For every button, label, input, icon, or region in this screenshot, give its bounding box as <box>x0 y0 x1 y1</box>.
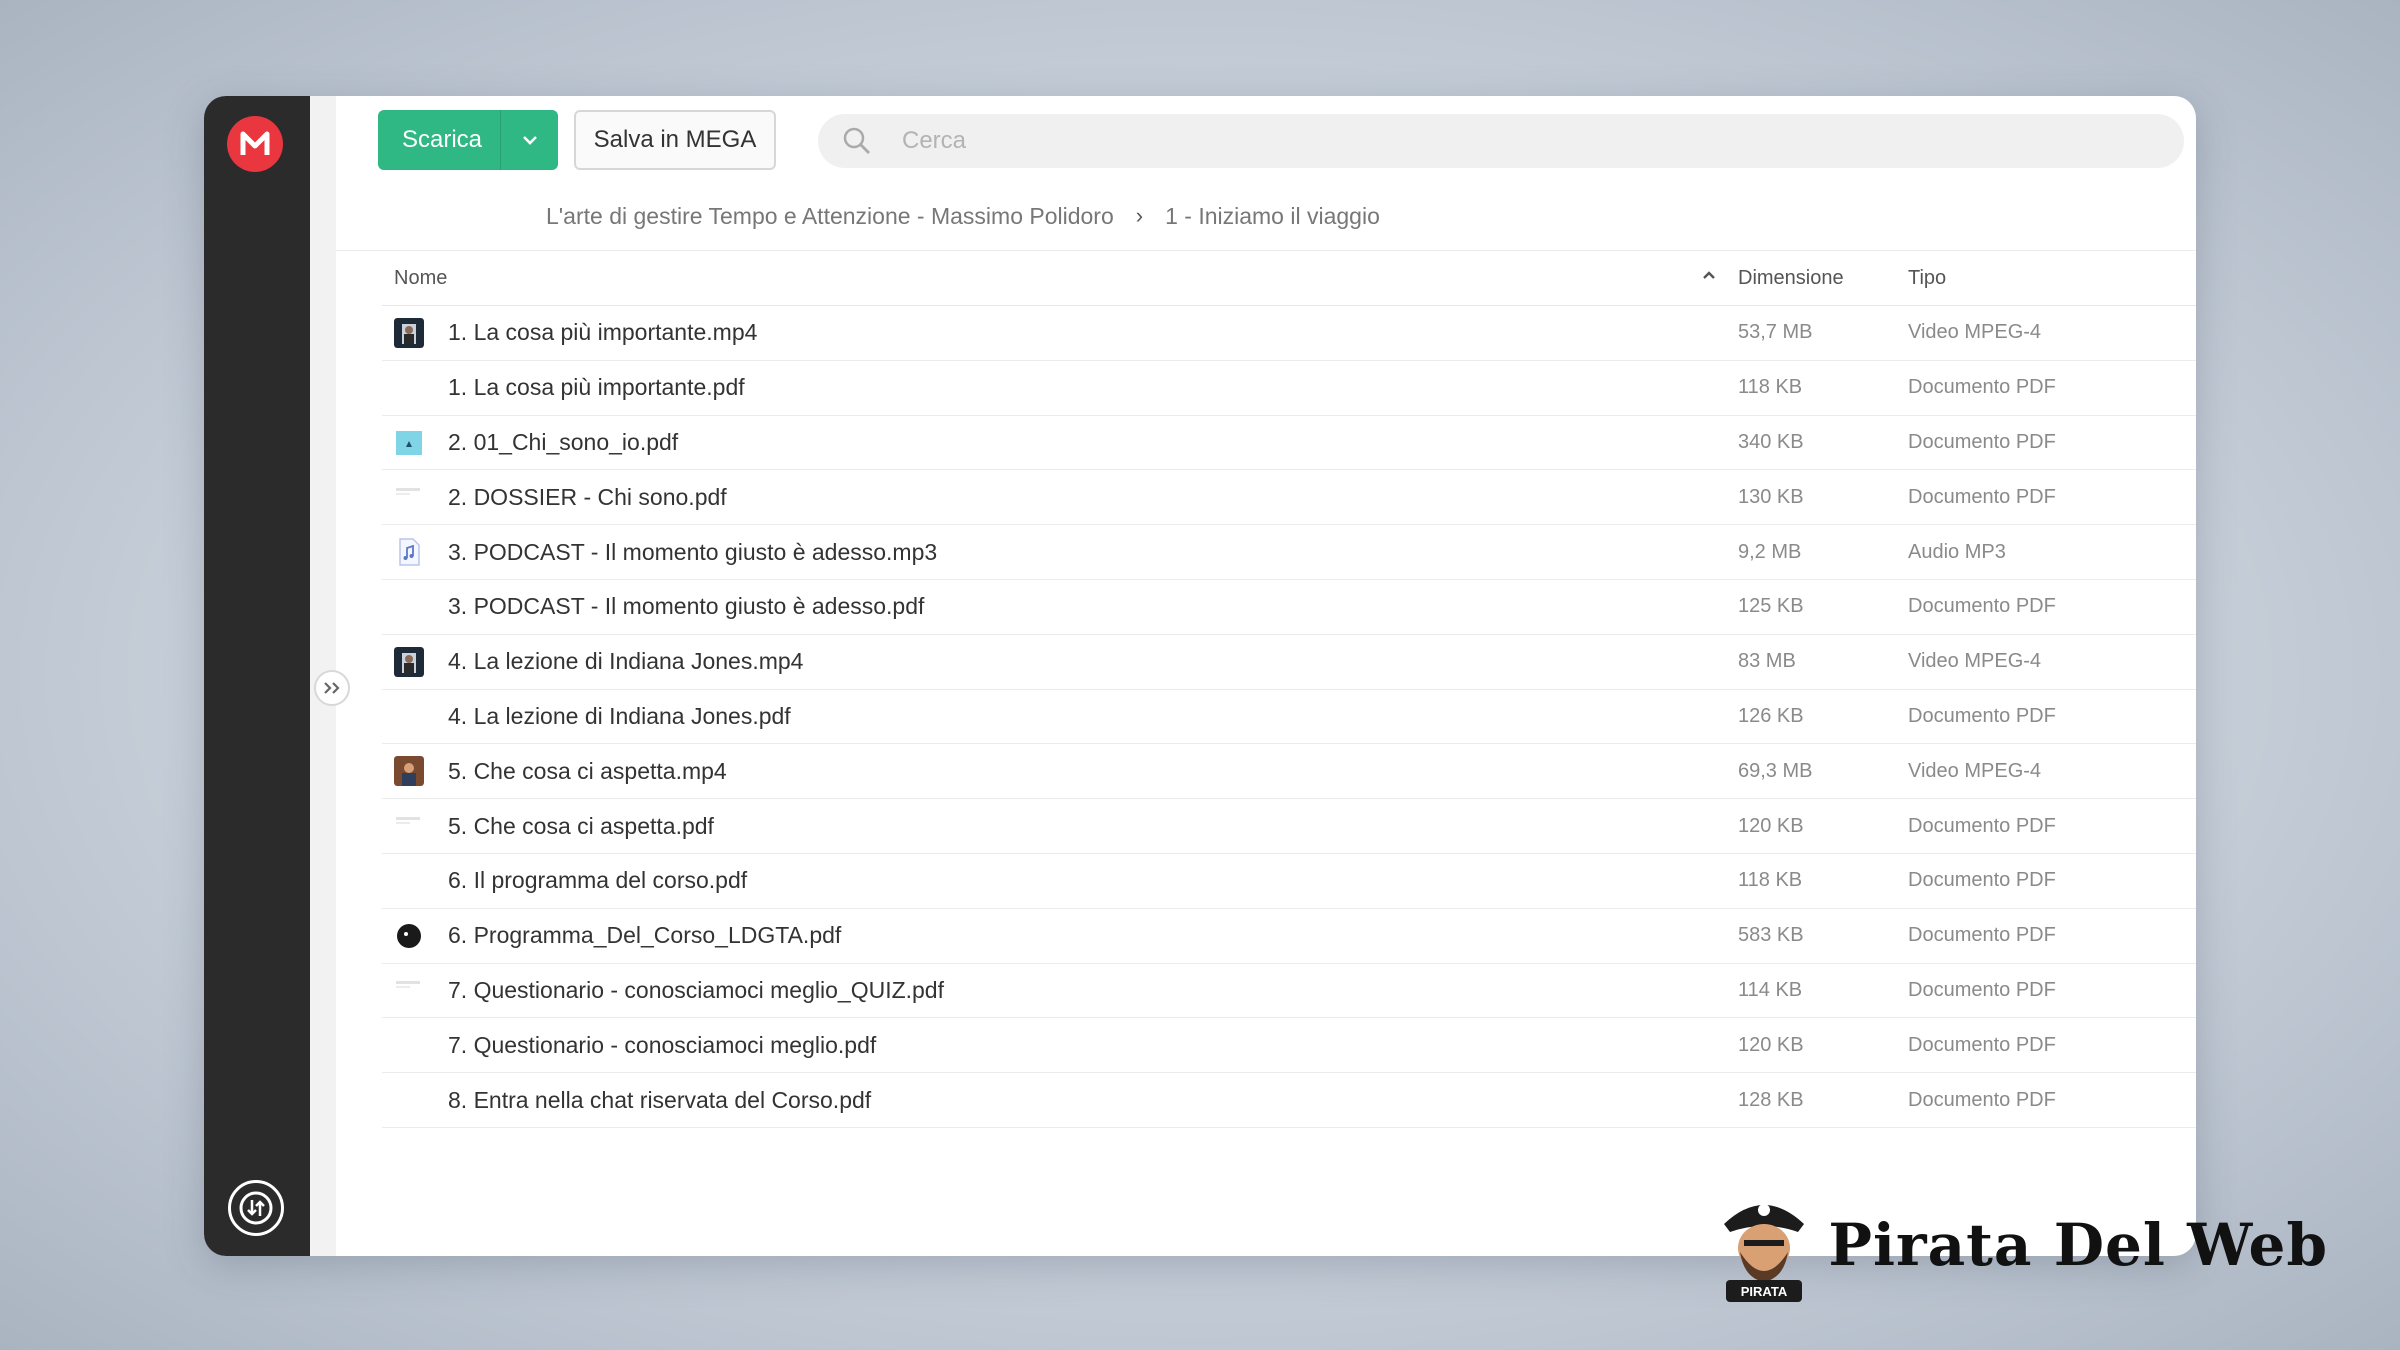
search-input[interactable] <box>884 127 2084 155</box>
file-type: Video MPEG-4 <box>1908 759 2042 782</box>
file-thumbnail-icon <box>382 482 448 512</box>
file-type: Documento PDF <box>1908 485 2056 508</box>
expand-panel-button[interactable] <box>314 670 350 706</box>
breadcrumb-parent[interactable]: L'arte di gestire Tempo e Attenzione - M… <box>546 203 1114 230</box>
audio-file-icon <box>382 537 448 567</box>
table-row[interactable]: 5. Che cosa ci aspetta.pdf 120 KB Document… <box>382 799 2196 854</box>
file-name[interactable]: 5. Che cosa ci aspetta.pdf <box>448 813 1738 840</box>
file-size: 69,3 MB <box>1738 759 1813 782</box>
file-size: 130 KB <box>1738 485 1804 508</box>
chevron-down-icon <box>522 136 537 145</box>
file-size: 120 KB <box>1738 1033 1804 1056</box>
breadcrumb-current: 1 - Iniziamo il viaggio <box>1165 202 1380 229</box>
sidebar <box>204 96 310 1256</box>
file-size: 118 KB <box>1738 869 1803 892</box>
file-name[interactable]: 6. Programma_Del_Corso_LDGTA.pdf <box>448 922 1738 949</box>
column-header-name[interactable]: Nome <box>382 267 1738 290</box>
transfer-manager-icon[interactable] <box>228 1180 284 1236</box>
watermark-text: Pirata Del Web <box>1828 1211 2328 1279</box>
file-size: 128 KB <box>1738 1088 1804 1111</box>
file-thumbnail-icon <box>382 427 448 457</box>
table-row[interactable]: 2. 01_Chi_sono_io.pdf 340 KB Documento PDF <box>382 416 2196 471</box>
file-thumbnail-icon <box>382 975 448 1005</box>
file-type: Documento PDF <box>1908 430 2056 453</box>
file-size: 118 KB <box>1738 376 1803 399</box>
column-header-size[interactable]: Dimensione <box>1738 267 1908 290</box>
table-row[interactable]: 2. DOSSIER - Chi sono.pdf 130 KB Documento… <box>382 470 2196 526</box>
svg-text:PIRATA: PIRATA <box>1741 1284 1788 1299</box>
file-name[interactable]: 7. Questionario - conosciamoci meglio.pd… <box>448 1032 1738 1059</box>
table-row[interactable]: 8. Entra nella chat riservata del Corso.… <box>382 1073 2196 1128</box>
double-chevron-right-icon <box>324 682 340 694</box>
save-to-mega-button[interactable]: Salva in MEGA <box>574 110 776 170</box>
pirate-mascot-icon: PIRATA <box>1724 1204 1805 1302</box>
download-label: Scarica <box>402 126 483 153</box>
file-name[interactable]: 2. DOSSIER - Chi sono.pdf <box>448 484 1738 511</box>
file-thumbnail-icon <box>382 646 448 677</box>
table-row[interactable]: 1. La cosa più importante.pdf 118 KB Docum… <box>382 361 2196 416</box>
table-row[interactable]: 4. La lezione di Indiana Jones.mp4 83 MB V… <box>382 635 2196 690</box>
file-name[interactable]: 3. PODCAST - Il momento giusto è adesso.… <box>448 593 1738 620</box>
watermark: PIRATA Pirata Del Web <box>1714 1186 2328 1304</box>
file-name[interactable]: 1. La cosa più importante.mp4 <box>448 319 1738 346</box>
file-size: 9,2 MB <box>1738 540 1802 563</box>
search-bar[interactable] <box>818 114 2184 168</box>
file-size: 120 KB <box>1738 814 1804 837</box>
column-header-type[interactable]: Tipo <box>1908 267 2108 290</box>
file-type: Documento PDF <box>1908 595 2056 618</box>
file-name[interactable]: 4. La lezione di Indiana Jones.pdf <box>448 703 1738 730</box>
file-size: 83 MB <box>1738 650 1796 673</box>
file-name[interactable]: 8. Entra nella chat riservata del Corso.… <box>448 1087 1738 1114</box>
file-type: Documento PDF <box>1908 1033 2056 1056</box>
download-options-dropdown[interactable] <box>501 110 558 170</box>
file-thumbnail-icon <box>382 317 448 348</box>
file-name[interactable]: 6. Il programma del corso.pdf <box>448 867 1738 894</box>
sort-ascending-icon <box>1703 270 1715 279</box>
table-row[interactable]: 6. Programma_Del_Corso_LDGTA.pdf 583 KB Do… <box>382 909 2196 964</box>
file-size: 583 KB <box>1738 924 1804 947</box>
file-name[interactable]: 2. 01_Chi_sono_io.pdf <box>448 429 1738 456</box>
file-size: 126 KB <box>1738 704 1804 727</box>
file-thumbnail-icon <box>382 811 448 841</box>
table-row[interactable]: 3. PODCAST - Il momento giusto è adesso.… <box>382 580 2196 635</box>
file-type: Documento PDF <box>1908 814 2056 837</box>
file-name[interactable]: 5. Che cosa ci aspetta.mp4 <box>448 758 1738 785</box>
search-icon <box>818 126 884 156</box>
file-size: 53,7 MB <box>1738 321 1813 344</box>
file-size: 125 KB <box>1738 595 1804 618</box>
table-row[interactable]: 1. La cosa più importante.mp4 53,7 MB Vide… <box>382 306 2196 361</box>
table-row[interactable]: 5. Che cosa ci aspetta.mp4 69,3 MB Video M… <box>382 744 2196 800</box>
file-thumbnail-icon <box>382 756 448 787</box>
file-thumbnail-icon <box>382 921 448 951</box>
file-type: Video MPEG-4 <box>1908 321 2042 344</box>
breadcrumb-separator-icon: › <box>1135 203 1144 228</box>
file-table: Nome Dimensione Tipo 1. La cosa più impo… <box>382 252 2196 1128</box>
table-row[interactable]: 6. Il programma del corso.pdf 118 KB Docum… <box>382 854 2196 909</box>
breadcrumb: L'arte di gestire Tempo e Attenzione - M… <box>546 196 1380 236</box>
table-row[interactable]: 4. La lezione di Indiana Jones.pdf 126 KB… <box>382 690 2196 745</box>
file-name[interactable]: 3. PODCAST - Il momento giusto è adesso.… <box>448 539 1738 566</box>
file-type: Documento PDF <box>1908 978 2056 1001</box>
table-header: Nome Dimensione Tipo <box>382 252 2196 306</box>
file-size: 114 KB <box>1738 978 1803 1001</box>
file-type: Documento PDF <box>1908 869 2056 892</box>
table-row[interactable]: 7. Questionario - conosciamoci meglio_QU… <box>382 964 2196 1019</box>
file-name[interactable]: 1. La cosa più importante.pdf <box>448 374 1738 401</box>
file-type: Video MPEG-4 <box>1908 650 2042 673</box>
file-size: 340 KB <box>1738 430 1804 453</box>
table-body: 1. La cosa più importante.mp4 53,7 MB Vide… <box>382 306 2196 1128</box>
file-type: Documento PDF <box>1908 924 2056 947</box>
file-type: Documento PDF <box>1908 376 2056 399</box>
file-name[interactable]: 4. La lezione di Indiana Jones.mp4 <box>448 648 1738 675</box>
download-button[interactable]: Scarica <box>378 110 558 170</box>
file-type: Documento PDF <box>1908 1088 2056 1111</box>
mega-logo-icon[interactable] <box>227 116 283 172</box>
file-type: Audio MP3 <box>1908 540 2006 563</box>
table-row[interactable]: 7. Questionario - conosciamoci meglio.pd… <box>382 1018 2196 1074</box>
file-name[interactable]: 7. Questionario - conosciamoci meglio_QU… <box>448 977 1738 1004</box>
file-type: Documento PDF <box>1908 704 2056 727</box>
table-row[interactable]: 3. PODCAST - Il momento giusto è adesso.… <box>382 525 2196 580</box>
mega-window: Scarica Salva in MEGA L'arte di gestire … <box>204 96 2196 1256</box>
